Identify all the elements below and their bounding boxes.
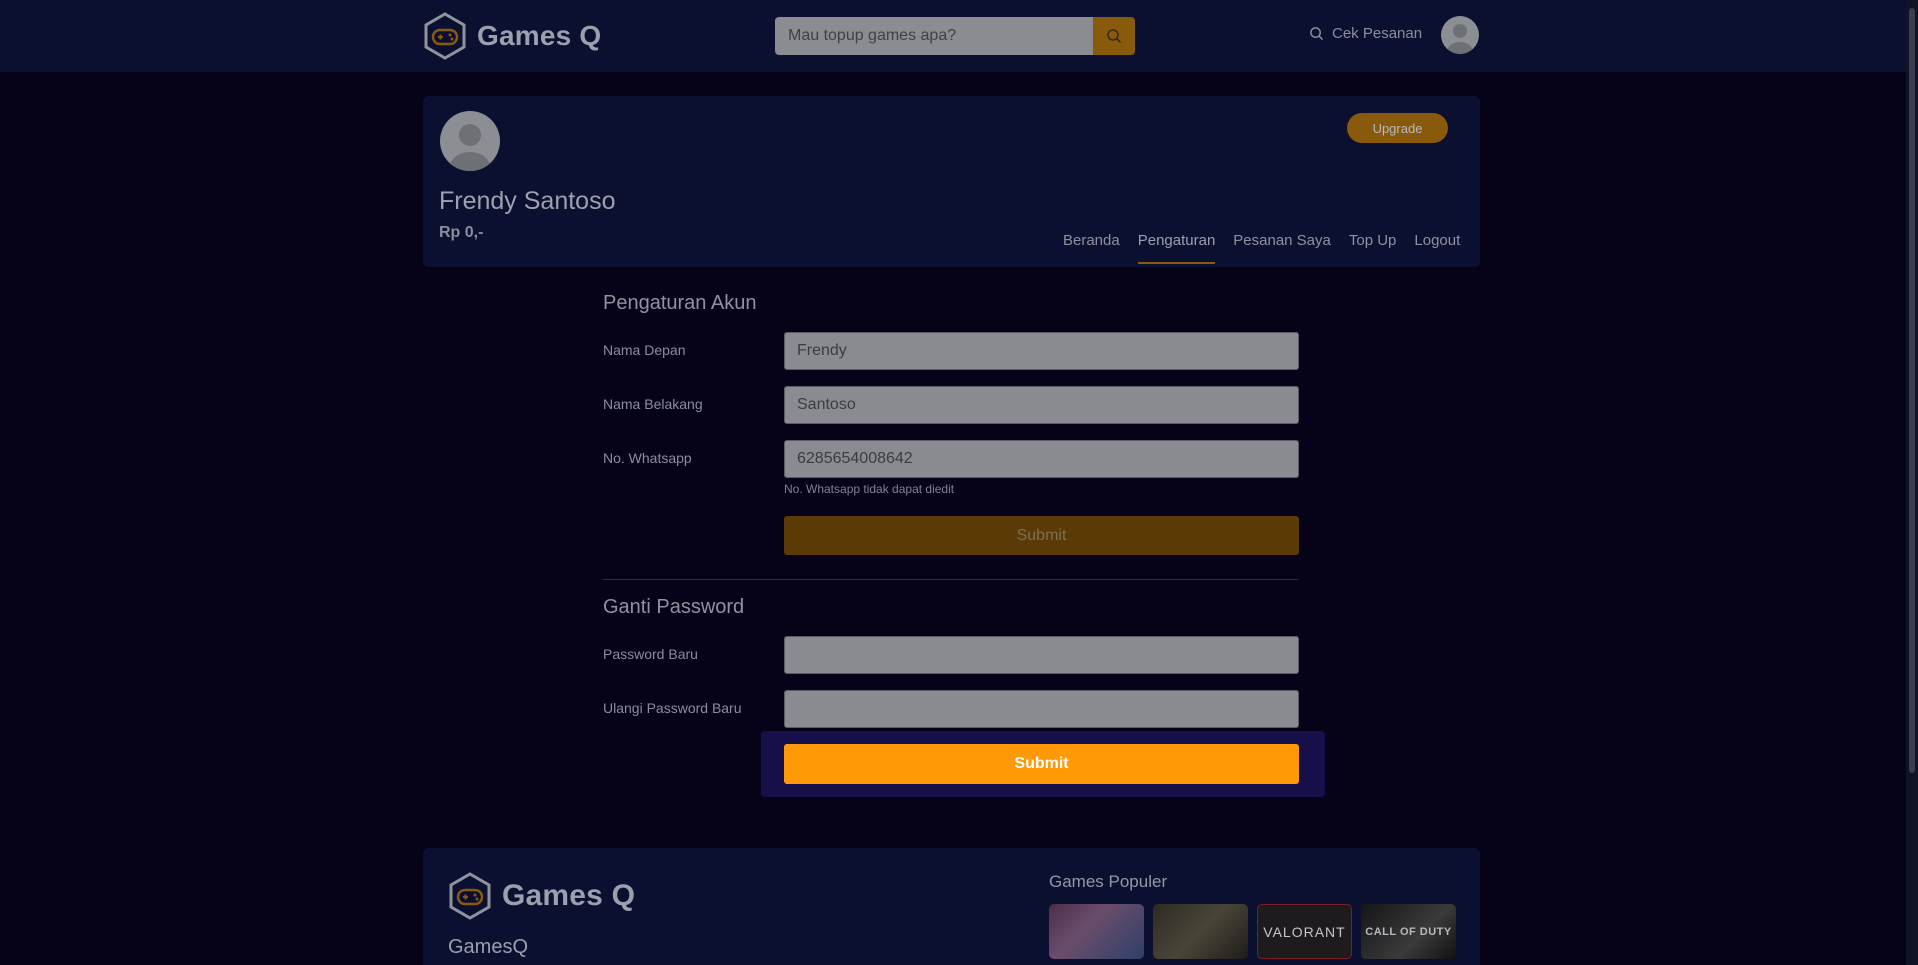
tab-pengaturan[interactable]: Pengaturan <box>1137 232 1216 264</box>
last-name-label: Nama Belakang <box>603 396 703 412</box>
popular-games-title: Games Populer <box>1049 872 1168 891</box>
search-bar <box>775 17 1135 55</box>
first-name-label: Nama Depan <box>603 342 686 358</box>
game-thumbnail-call-of-duty[interactable]: CALL OF DUTY <box>1361 904 1456 959</box>
tab-pesanan-saya[interactable]: Pesanan Saya <box>1233 232 1331 264</box>
search-icon <box>1310 27 1324 41</box>
footer-brand-name: Games Q <box>502 879 636 912</box>
section-divider <box>603 579 1299 580</box>
game-thumbnail-mobile-legends[interactable] <box>1049 904 1144 959</box>
game-thumbnail-pubg[interactable] <box>1153 904 1248 959</box>
search-button[interactable] <box>1093 17 1135 55</box>
brand-name: Games Q <box>477 20 602 51</box>
profile-card: Frendy Santoso Rp 0,- Upgrade Beranda Pe… <box>423 96 1480 267</box>
game-thumbnail-label: CALL OF DUTY <box>1365 925 1452 938</box>
cek-pesanan-label: Cek Pesanan <box>1332 25 1423 42</box>
new-password-field[interactable] <box>784 636 1299 674</box>
account-settings-title: Pengaturan Akun <box>603 292 757 314</box>
scrollbar-thumb[interactable] <box>1909 8 1915 773</box>
search-icon <box>1107 29 1122 44</box>
repeat-password-field[interactable] <box>784 690 1299 728</box>
user-icon <box>1447 24 1473 54</box>
new-password-label: Password Baru <box>603 646 698 662</box>
tab-beranda[interactable]: Beranda <box>1063 232 1120 264</box>
change-password-title: Ganti Password <box>603 596 745 618</box>
footer-company-name: GamesQ <box>448 936 529 958</box>
tab-top-up[interactable]: Top Up <box>1349 232 1397 264</box>
last-name-field[interactable] <box>784 386 1299 424</box>
user-icon <box>449 124 491 171</box>
page-scrollbar[interactable] <box>1906 0 1918 965</box>
cek-pesanan-link[interactable]: Cek Pesanan <box>1309 25 1422 42</box>
game-thumbnail-label: VALORANT <box>1263 923 1346 940</box>
game-thumbnail-valorant[interactable]: VALORANT <box>1257 904 1352 959</box>
gamepad-hex-icon <box>424 12 466 60</box>
password-submit-button[interactable]: Submit <box>784 744 1299 784</box>
tab-logout[interactable]: Logout <box>1414 232 1460 264</box>
profile-name: Frendy Santoso <box>439 187 616 215</box>
user-avatar[interactable] <box>1441 16 1479 54</box>
brand-logo[interactable]: Games Q <box>423 12 601 60</box>
whatsapp-hint: No. Whatsapp tidak dapat diedit <box>784 482 955 496</box>
upgrade-button[interactable]: Upgrade <box>1347 113 1448 143</box>
footer-logo[interactable]: Games Q <box>448 872 635 920</box>
whatsapp-field[interactable] <box>784 440 1299 478</box>
footer: Games Q GamesQ Games Populer VALORANT CA… <box>423 848 1480 965</box>
repeat-password-label: Ulangi Password Baru <box>603 700 742 716</box>
first-name-field[interactable] <box>784 332 1299 370</box>
whatsapp-label: No. Whatsapp <box>603 450 692 466</box>
account-submit-button[interactable]: Submit <box>784 516 1299 555</box>
profile-balance: Rp 0,- <box>439 224 484 241</box>
top-navbar: Games Q Cek Pesanan <box>0 0 1906 72</box>
profile-tabs: Beranda Pengaturan Pesanan Saya Top Up L… <box>1063 232 1460 264</box>
popular-games-list: VALORANT CALL OF DUTY <box>1049 904 1456 959</box>
gamepad-hex-icon <box>449 872 491 920</box>
profile-avatar <box>440 111 500 171</box>
search-input[interactable] <box>775 17 1093 55</box>
